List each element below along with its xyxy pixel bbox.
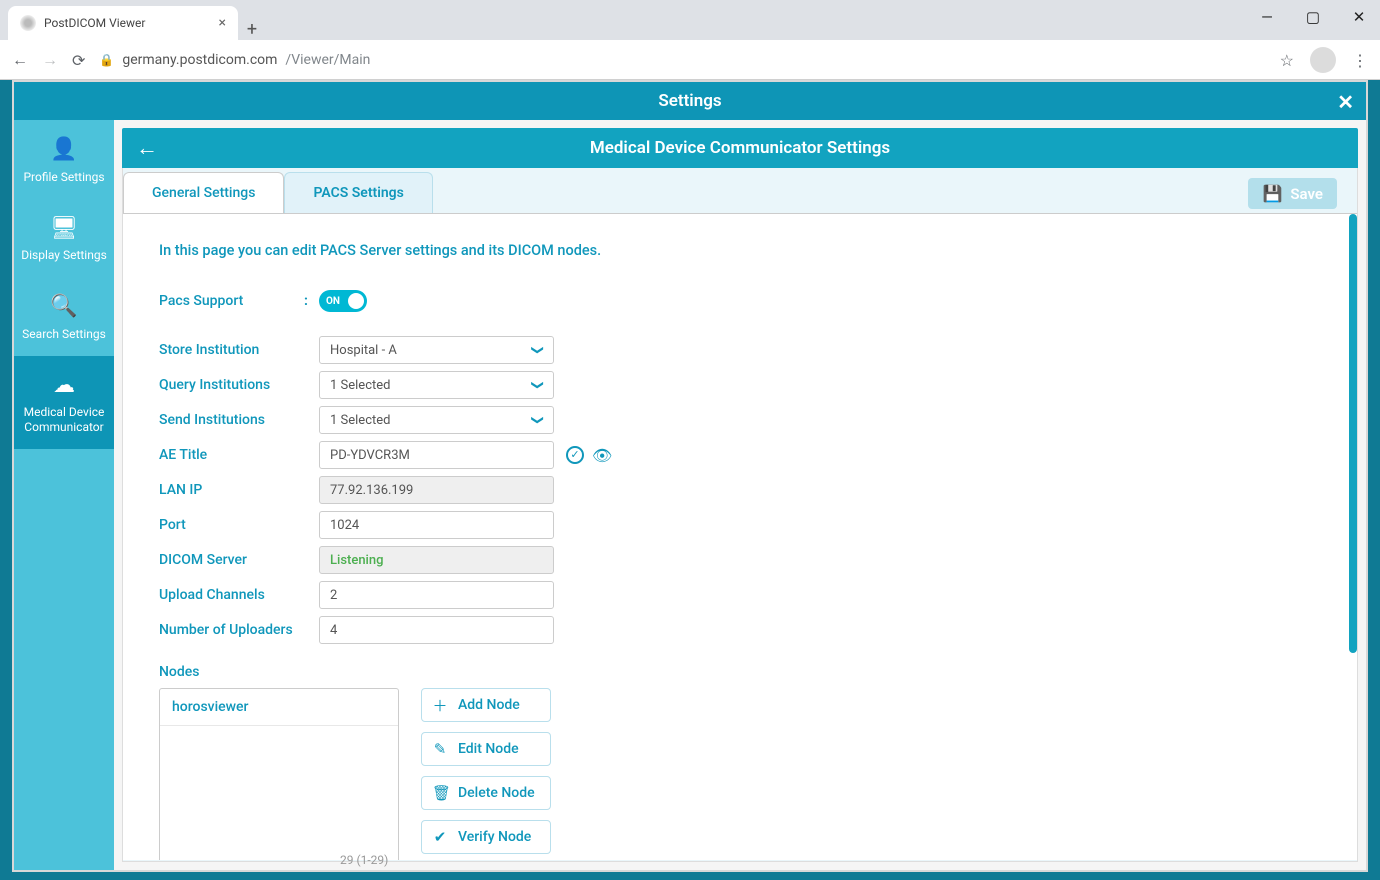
node-item[interactable]: horosviewer bbox=[160, 689, 398, 726]
delete-node-button[interactable]: 🗑Delete Node bbox=[421, 776, 551, 810]
scrollbar-thumb[interactable] bbox=[1349, 214, 1357, 653]
check-circle-icon[interactable]: ✓ bbox=[566, 446, 584, 464]
chevron-down-icon: ❯ bbox=[531, 380, 545, 390]
window-minimize[interactable]: ― bbox=[1256, 8, 1278, 26]
settings-modal: Settings ✕ 👤 Profile Settings 🖥 Display … bbox=[12, 80, 1368, 872]
lock-icon: 🔒 bbox=[99, 53, 114, 67]
tab-pacs[interactable]: PACS Settings bbox=[284, 172, 432, 213]
lan-ip-label: LAN IP bbox=[159, 482, 319, 498]
eye-icon[interactable]: 👁 bbox=[592, 446, 612, 465]
toggle-knob bbox=[348, 293, 364, 309]
tabs-row: General Settings PACS Settings bbox=[123, 168, 1357, 213]
save-label: Save bbox=[1290, 185, 1323, 203]
upload-channels-label: Upload Channels bbox=[159, 587, 319, 603]
nodes-section: horosviewer ＋Add Node ✎Edit Node 🗑Delete… bbox=[159, 688, 1321, 860]
port-label: Port bbox=[159, 517, 319, 533]
select-value: 1 Selected bbox=[330, 378, 390, 393]
num-uploaders-label: Number of Uploaders bbox=[159, 622, 319, 638]
store-institution-select[interactable]: Hospital - A ❯ bbox=[319, 336, 554, 364]
nodes-list[interactable]: horosviewer bbox=[159, 688, 399, 860]
sidebar-item-label: Profile Settings bbox=[23, 170, 104, 184]
chevron-down-icon: ❯ bbox=[531, 415, 545, 425]
monitor-icon: 🖥 bbox=[18, 215, 110, 243]
tab-bar: PostDICOM Viewer × + bbox=[0, 0, 1380, 40]
sidebar-item-label: Search Settings bbox=[22, 327, 106, 341]
port-input[interactable]: 1024 bbox=[319, 511, 554, 539]
upload-channels-input[interactable]: 2 bbox=[319, 581, 554, 609]
save-icon: 💾 bbox=[1262, 184, 1282, 203]
back-arrow-icon[interactable]: ← bbox=[136, 135, 158, 161]
sidebar-item-profile[interactable]: 👤 Profile Settings bbox=[14, 120, 114, 199]
sidebar-item-display[interactable]: 🖥 Display Settings bbox=[14, 199, 114, 278]
store-institution-label: Store Institution bbox=[159, 342, 319, 358]
tab-title: PostDICOM Viewer bbox=[44, 16, 145, 30]
pacs-support-label: Pacs Support: bbox=[159, 293, 319, 309]
reload-icon[interactable]: ⟳ bbox=[72, 51, 85, 70]
sidebar-item-mdc[interactable]: ☁ Medical Device Communicator bbox=[14, 356, 114, 450]
dicom-server-status: Listening bbox=[319, 546, 554, 574]
plus-icon: ＋ bbox=[432, 695, 448, 716]
ae-title-input[interactable]: PD-YDVCR3M bbox=[319, 441, 554, 469]
modal-title: Settings bbox=[658, 91, 721, 111]
tab-general[interactable]: General Settings bbox=[123, 172, 284, 213]
sidebar-item-label: Medical Device Communicator bbox=[24, 405, 105, 434]
num-uploaders-input[interactable]: 4 bbox=[319, 616, 554, 644]
send-institutions-select[interactable]: 1 Selected ❯ bbox=[319, 406, 554, 434]
form-panel: In this page you can edit PACS Server se… bbox=[123, 213, 1357, 860]
intro-text: In this page you can edit PACS Server se… bbox=[159, 242, 1321, 259]
favicon-icon bbox=[20, 15, 36, 31]
save-button[interactable]: 💾 Save bbox=[1248, 178, 1337, 209]
person-icon: 👤 bbox=[18, 136, 110, 164]
panel-title: Medical Device Communicator Settings bbox=[590, 138, 890, 158]
search-icon: 🔍 bbox=[18, 293, 110, 321]
trash-icon: 🗑 bbox=[432, 784, 448, 802]
verify-icon: ✔ bbox=[432, 828, 448, 846]
lan-ip-input: 77.92.136.199 bbox=[319, 476, 554, 504]
verify-node-button[interactable]: ✔Verify Node bbox=[421, 820, 551, 854]
toggle-text: ON bbox=[319, 296, 340, 307]
url-field[interactable]: 🔒 germany.postdicom.com/Viewer/Main bbox=[99, 52, 1265, 68]
sidebar-item-label: Display Settings bbox=[21, 248, 107, 262]
panel-header: ← Medical Device Communicator Settings bbox=[122, 128, 1358, 168]
query-institutions-select[interactable]: 1 Selected ❯ bbox=[319, 371, 554, 399]
main-panel: ← Medical Device Communicator Settings G… bbox=[114, 120, 1366, 870]
back-icon[interactable]: ← bbox=[12, 50, 28, 70]
url-path: /Viewer/Main bbox=[285, 52, 370, 68]
browser-tab[interactable]: PostDICOM Viewer × bbox=[8, 6, 238, 40]
window-maximize[interactable]: ▢ bbox=[1302, 8, 1324, 26]
profile-avatar-icon[interactable] bbox=[1310, 47, 1336, 73]
send-institutions-label: Send Institutions bbox=[159, 412, 319, 428]
content-container: General Settings PACS Settings 💾 Save In… bbox=[122, 168, 1358, 862]
app-body: Settings ✕ 👤 Profile Settings 🖥 Display … bbox=[0, 80, 1380, 880]
modal-close-icon[interactable]: ✕ bbox=[1337, 90, 1354, 114]
obscured-footer: 29 (1-29) bbox=[110, 850, 1368, 870]
cloud-icon: ☁ bbox=[18, 372, 110, 400]
edit-node-button[interactable]: ✎Edit Node bbox=[421, 732, 551, 766]
add-node-button[interactable]: ＋Add Node bbox=[421, 688, 551, 722]
node-buttons: ＋Add Node ✎Edit Node 🗑Delete Node ✔Verif… bbox=[421, 688, 551, 854]
new-tab-button[interactable]: + bbox=[238, 19, 266, 40]
address-bar: ← → ⟳ 🔒 germany.postdicom.com/Viewer/Mai… bbox=[0, 40, 1380, 80]
url-host: germany.postdicom.com bbox=[122, 52, 277, 68]
modal-header: Settings ✕ bbox=[14, 82, 1366, 120]
nodes-label: Nodes bbox=[159, 664, 1321, 680]
window-close[interactable]: ✕ bbox=[1348, 8, 1370, 26]
query-institutions-label: Query Institutions bbox=[159, 377, 319, 393]
ae-title-label: AE Title bbox=[159, 447, 319, 463]
chevron-down-icon: ❯ bbox=[531, 345, 545, 355]
browser-chrome: ― ▢ ✕ PostDICOM Viewer × + ← → ⟳ 🔒 germa… bbox=[0, 0, 1380, 80]
menu-icon[interactable]: ⋮ bbox=[1352, 51, 1368, 70]
sidebar-item-search[interactable]: 🔍 Search Settings bbox=[14, 277, 114, 356]
pacs-support-toggle[interactable]: ON bbox=[319, 290, 367, 312]
select-value: Hospital - A bbox=[330, 343, 397, 358]
forward-icon[interactable]: → bbox=[42, 50, 58, 70]
settings-sidebar: 👤 Profile Settings 🖥 Display Settings 🔍 … bbox=[14, 120, 114, 870]
window-controls: ― ▢ ✕ bbox=[1256, 8, 1370, 26]
dicom-server-label: DICOM Server bbox=[159, 552, 319, 568]
edit-icon: ✎ bbox=[432, 740, 448, 758]
address-bar-right: ☆ ⋮ bbox=[1280, 47, 1368, 73]
select-value: 1 Selected bbox=[330, 413, 390, 428]
tab-close-icon[interactable]: × bbox=[219, 15, 226, 31]
star-icon[interactable]: ☆ bbox=[1280, 51, 1294, 70]
